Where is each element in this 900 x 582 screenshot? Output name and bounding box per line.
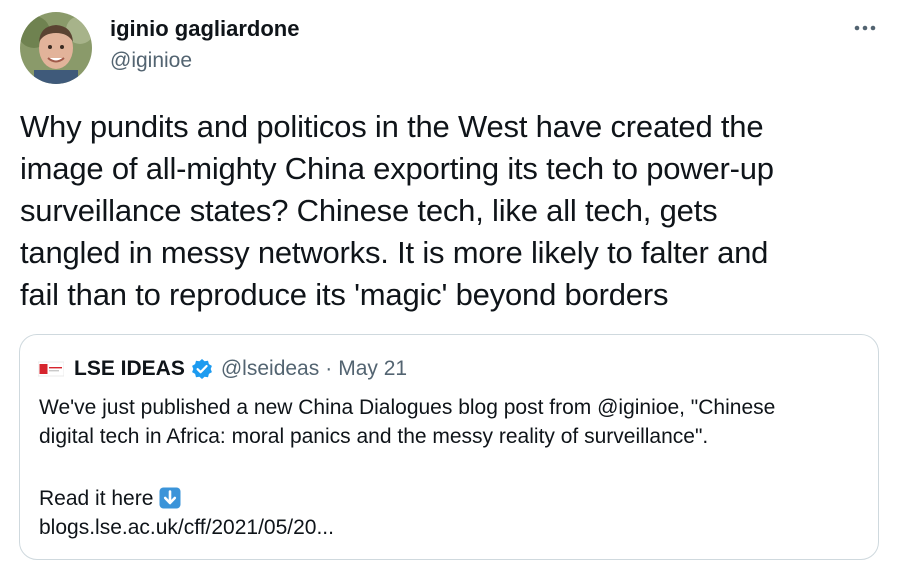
read-it-here-line: Read it here — [39, 484, 869, 513]
avatar-photo — [20, 12, 92, 84]
read-it-here-label: Read it here — [39, 487, 154, 510]
down-arrow-icon — [159, 487, 181, 509]
tweet-text: Why pundits and politicos in the West ha… — [20, 109, 774, 312]
tweet: iginio gagliardone @iginioe Why pundits … — [0, 0, 900, 582]
verified-badge-icon — [191, 358, 213, 380]
quoted-text-line: digital tech in Africa: moral panics and… — [39, 425, 709, 448]
quoted-tweet-text: We've just published a new China Dialogu… — [39, 393, 869, 542]
quoted-date[interactable]: May 21 — [338, 357, 407, 381]
quoted-display-name[interactable]: LSE IDEAS — [74, 357, 185, 381]
author-avatar[interactable] — [20, 12, 92, 84]
quoted-separator: · — [325, 357, 333, 380]
quoted-text-gap — [39, 451, 869, 484]
quoted-tweet-header: LSE IDEAS @lseideas · May 21 — [37, 355, 407, 383]
quoted-text-line: We've just published a new China Dialogu… — [39, 396, 776, 419]
more-options-button[interactable] — [848, 18, 882, 38]
ellipsis-icon — [854, 25, 876, 31]
author-display-name[interactable]: iginio gagliardone — [110, 16, 299, 42]
lse-ideas-logo-icon — [37, 361, 65, 377]
blog-post-link[interactable]: blogs.lse.ac.uk/cff/2021/05/20... — [39, 513, 869, 542]
quoted-tweet-card[interactable]: LSE IDEAS @lseideas · May 21 We've just … — [19, 334, 879, 560]
quoted-handle[interactable]: @lseideas — [221, 357, 319, 381]
author-handle[interactable]: @iginioe — [110, 48, 299, 74]
author-info: iginio gagliardone @iginioe — [110, 16, 299, 74]
